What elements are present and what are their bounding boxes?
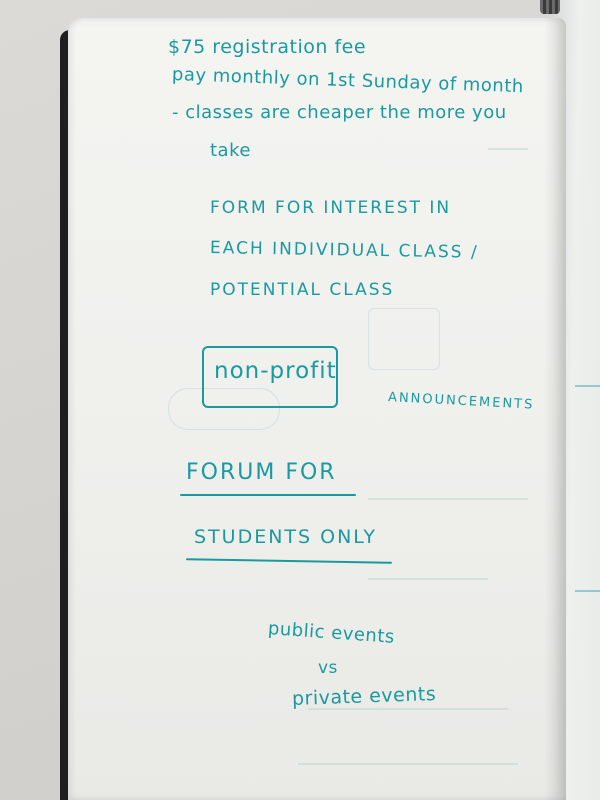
next-page-ink-mark xyxy=(575,385,600,387)
note-non-profit: non-profit xyxy=(214,358,337,384)
note-form-for-interest: FORM FOR INTEREST IN xyxy=(210,198,452,218)
bleed-through-box xyxy=(368,308,440,370)
note-registration-fee: $75 registration fee xyxy=(168,36,367,58)
notebook-page: $75 registration fee pay monthly on 1st … xyxy=(68,18,566,800)
underline xyxy=(185,558,393,564)
binder-clip xyxy=(540,0,560,14)
bleed-through-mark xyxy=(368,578,488,580)
next-page-ink-mark xyxy=(575,590,600,592)
note-take: take xyxy=(210,140,251,161)
note-announcements: ANNOUNCEMENTS xyxy=(387,390,535,413)
photo-scene: $75 registration fee pay monthly on 1st … xyxy=(0,0,600,800)
page-gutter-shadow xyxy=(544,18,566,800)
note-pay-monthly: pay monthly on 1st Sunday of month xyxy=(171,64,525,98)
note-students-only: STUDENTS ONLY xyxy=(194,526,377,548)
bleed-through-mark xyxy=(298,763,518,765)
note-vs: vs xyxy=(318,658,338,678)
note-forum-for: FORUM FOR xyxy=(186,460,337,485)
note-classes-cheaper: - classes are cheaper the more you xyxy=(172,102,507,123)
note-each-individual-class: EACH INDIVIDUAL CLASS / xyxy=(209,238,479,263)
bleed-through-mark xyxy=(488,148,528,150)
note-private-events: private events xyxy=(291,682,437,710)
underline xyxy=(180,494,356,496)
note-public-events: public events xyxy=(267,618,396,648)
bleed-through-mark xyxy=(368,498,528,500)
note-potential-class: POTENTIAL CLASS xyxy=(210,280,395,300)
